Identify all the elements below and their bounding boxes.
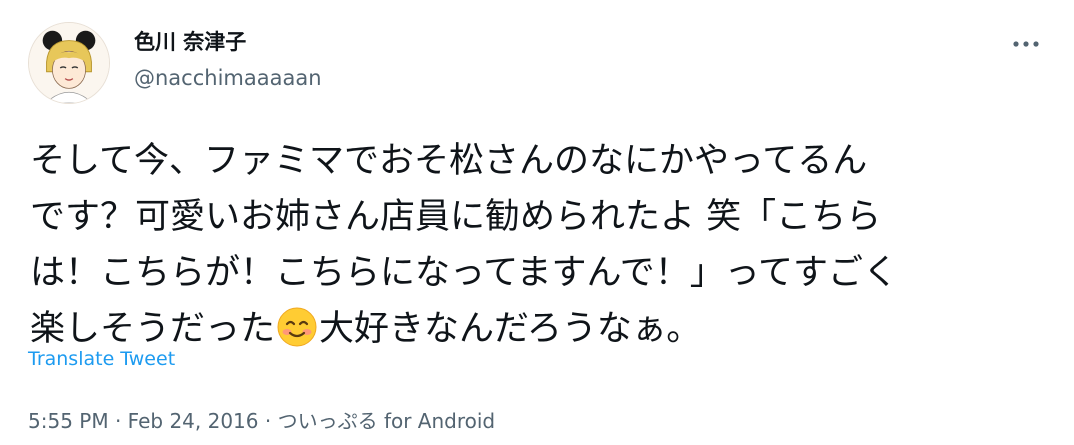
meta-separator: · [258, 409, 278, 433]
avatar-illustration [29, 23, 109, 103]
tweet-text-line: そして今、ファミマでおそ松さんのなにかやってるん [30, 141, 868, 181]
tweet-metadata: 5:55 PM · Feb 24, 2016 · ついっぷる for Andro… [28, 405, 495, 434]
display-name[interactable]: 色川 奈津子 [134, 26, 246, 56]
tweet-date[interactable]: Feb 24, 2016 [128, 409, 259, 433]
tweet-text-line: です？可愛いお姉さん店員に勧められたよ 笑「こちら [30, 197, 882, 237]
more-options-button[interactable] [1006, 28, 1046, 60]
tweet-source: ついっぷる for Android [277, 409, 496, 433]
tweet-text-segment: 楽しそうだった [30, 309, 276, 349]
smiling-face-emoji-icon [277, 307, 317, 347]
tweet-card: 色川 奈津子 @nacchimaaaaan そして今、ファミマでおそ松さんのなに… [0, 0, 1074, 445]
meta-separator: · [108, 409, 128, 433]
tweet-text-line: は！こちらが！こちらになってますんで！」ってすごく [30, 253, 899, 293]
user-handle[interactable]: @nacchimaaaaan [134, 66, 322, 90]
tweet-text-line: 楽しそうだった 大好きなんだろうなぁ。 [30, 301, 1040, 357]
tweet-text: そして今、ファミマでおそ松さんのなにかやってるん です？可愛いお姉さん店員に勧め… [30, 133, 1040, 357]
translate-tweet-link[interactable]: Translate Tweet [28, 348, 175, 370]
more-horizontal-icon [1013, 41, 1039, 47]
avatar[interactable] [28, 22, 110, 104]
tweet-time[interactable]: 5:55 PM [28, 409, 109, 433]
tweet-text-segment: 大好きなんだろうなぁ。 [319, 309, 702, 349]
